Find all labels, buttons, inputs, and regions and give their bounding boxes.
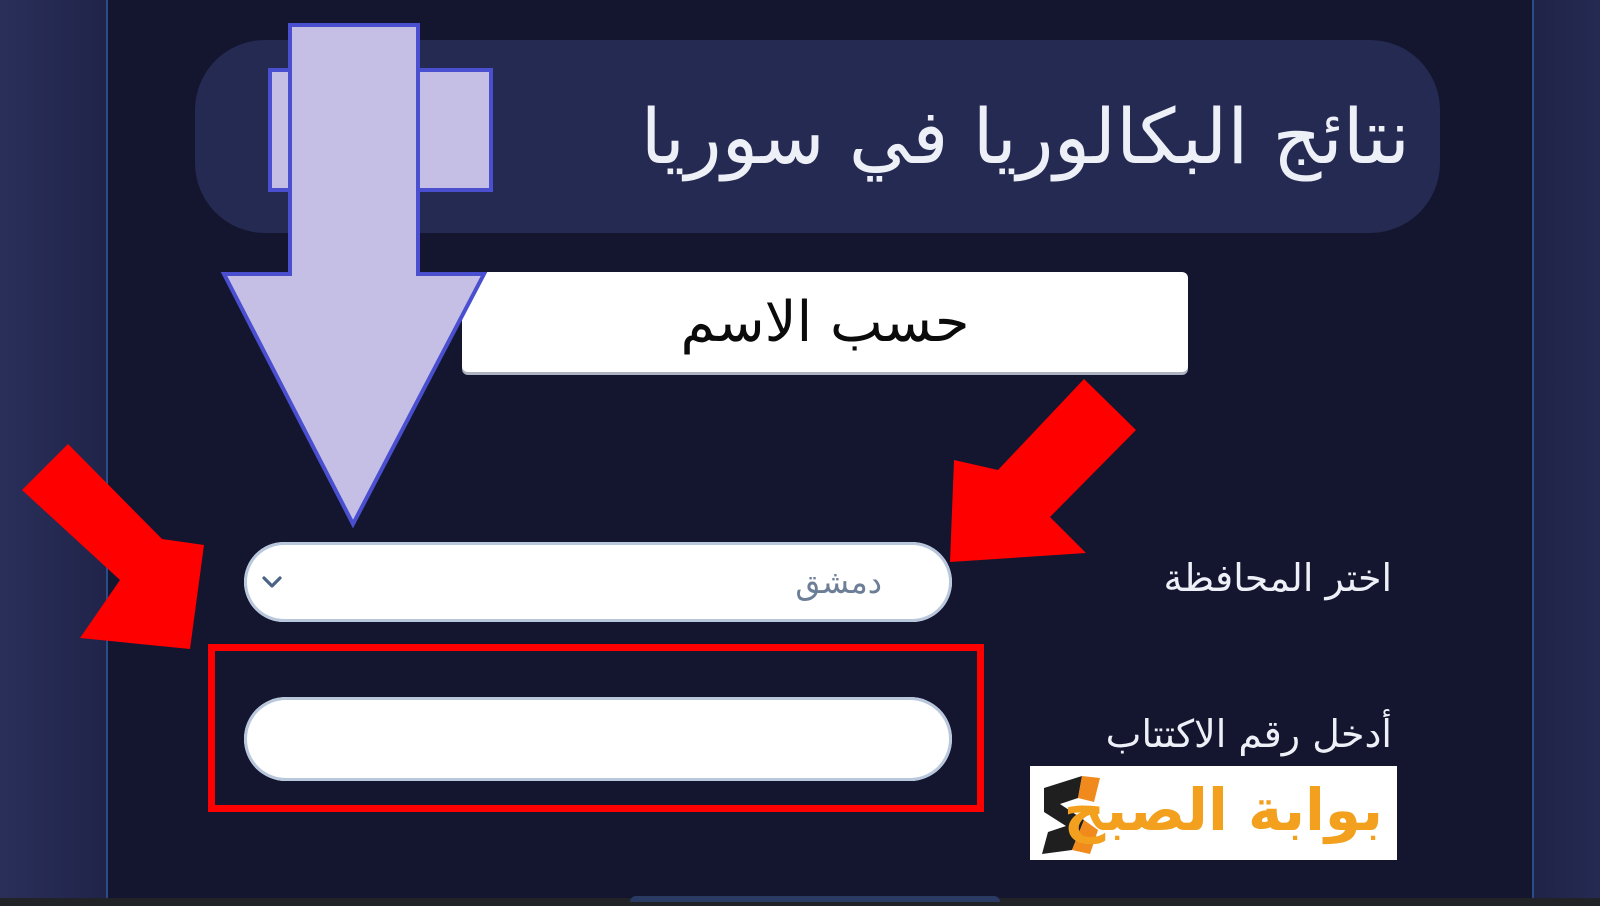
logo-text: بوابة الصبح <box>1063 776 1383 844</box>
red-arrow-icon <box>950 379 1136 562</box>
bottom-button-hint <box>630 896 1000 902</box>
watermark-logo: بوابة الصبح <box>1030 766 1397 860</box>
red-arrow-icon <box>22 444 204 649</box>
